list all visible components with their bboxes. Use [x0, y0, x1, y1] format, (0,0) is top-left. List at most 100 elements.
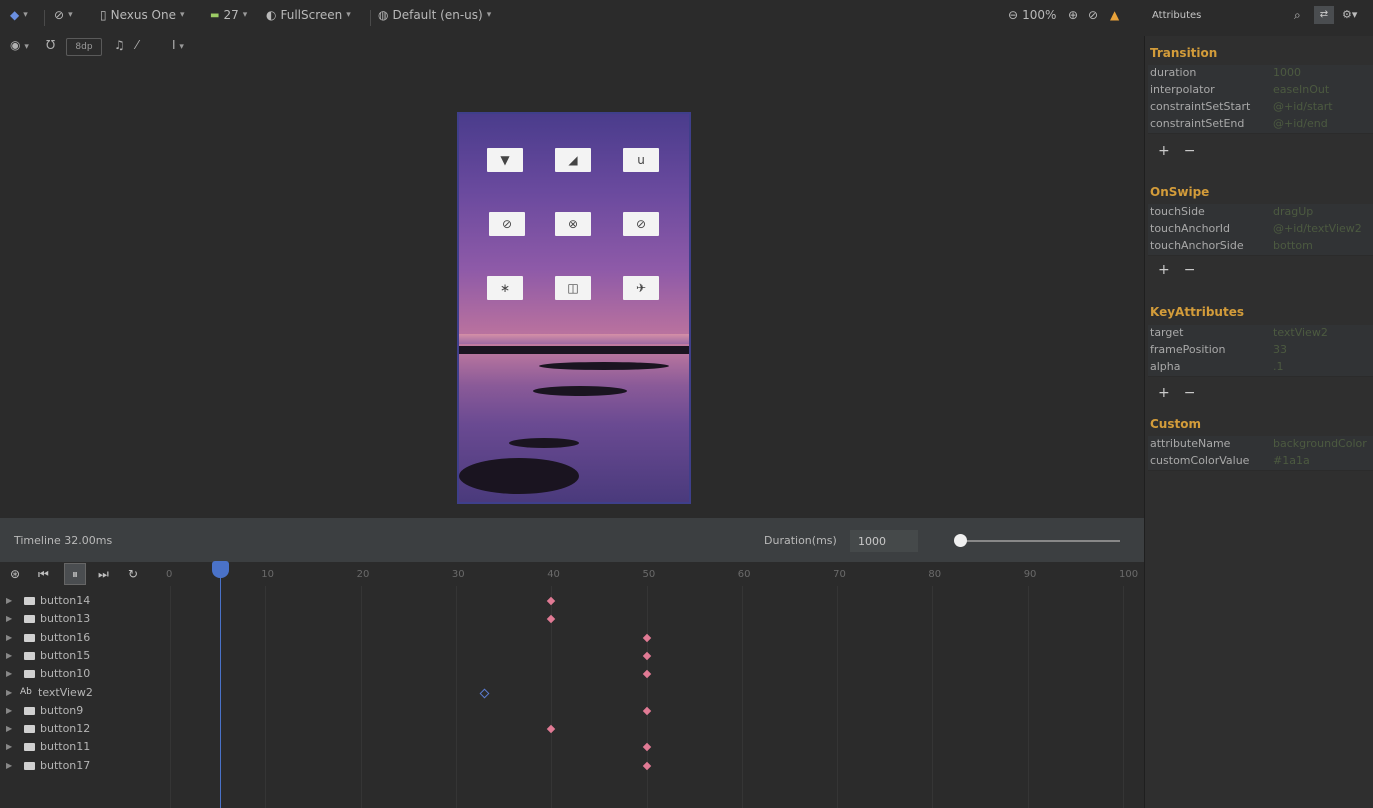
- attr-value[interactable]: .1: [1273, 360, 1284, 373]
- track-row[interactable]: ▶ button17: [0, 757, 1144, 775]
- playhead-handle[interactable]: [211, 561, 229, 578]
- attr-value[interactable]: backgroundColor: [1273, 437, 1367, 450]
- device-menu-button[interactable]: ▯ Nexus One ▾: [100, 8, 185, 22]
- attr-value[interactable]: @+id/end: [1273, 117, 1328, 130]
- attr-row[interactable]: touchAnchorId @+id/textView2: [1148, 221, 1373, 239]
- timeline-zoom-slider[interactable]: [960, 540, 1120, 542]
- expand-icon[interactable]: ▶: [6, 761, 12, 770]
- track-row[interactable]: ▶ button13: [0, 610, 1144, 628]
- zoom-in-icon: ⊕: [1068, 8, 1079, 22]
- attr-value[interactable]: @+id/start: [1273, 100, 1333, 113]
- chevron-down-icon: ▾: [242, 10, 248, 20]
- api-menu-button[interactable]: ▬ 27 ▾: [210, 8, 247, 22]
- section-title-onswipe: OnSwipe: [1150, 185, 1210, 199]
- add-remove-buttons[interactable]: +−: [1158, 385, 1209, 401]
- locale-label: Default (en-us): [392, 8, 483, 22]
- attr-row[interactable]: touchAnchorSide bottom: [1148, 238, 1373, 256]
- toolbar-divider: [44, 10, 45, 26]
- track-row[interactable]: ▶ button10: [0, 665, 1144, 683]
- replay-button[interactable]: ↻: [128, 567, 138, 581]
- locale-menu-button[interactable]: ◍ Default (en-us) ▾: [378, 8, 491, 22]
- battery-icon[interactable]: u: [623, 148, 659, 172]
- expand-icon[interactable]: ▶: [6, 688, 12, 697]
- attr-row[interactable]: alpha .1: [1148, 359, 1373, 377]
- orientation-menu-button[interactable]: ⊘ ▾: [54, 8, 73, 22]
- track-row[interactable]: ▶ button11: [0, 738, 1144, 756]
- gear-icon[interactable]: ⚙▾: [1342, 8, 1357, 21]
- add-remove-buttons[interactable]: +−: [1158, 143, 1209, 159]
- zoom-out-button[interactable]: ⊖ 100%: [1008, 8, 1056, 22]
- attr-row[interactable]: constraintSetEnd @+id/end: [1148, 116, 1373, 134]
- device-label: Nexus One: [110, 8, 176, 22]
- autoconnect-button[interactable]: Ʊ: [46, 38, 55, 52]
- phone-preview[interactable]: ▼ ◢ u ⊘ ⊗ ⊘ ∗ ◫ ✈: [457, 112, 691, 504]
- expand-icon[interactable]: ▶: [6, 651, 12, 660]
- attr-value[interactable]: bottom: [1273, 239, 1313, 252]
- attr-row[interactable]: attributeName backgroundColor: [1148, 436, 1373, 454]
- default-margin-input[interactable]: 8dp: [66, 38, 102, 56]
- pause-button[interactable]: ⏸: [64, 563, 86, 585]
- attr-row[interactable]: customColorValue #1a1a: [1148, 453, 1373, 471]
- loop-button[interactable]: ⊛: [10, 567, 20, 581]
- clear-constraints-icon: ♫: [114, 38, 125, 52]
- attr-row[interactable]: constraintSetStart @+id/start: [1148, 99, 1373, 117]
- attr-value[interactable]: 1000: [1273, 66, 1301, 79]
- attr-row[interactable]: target textView2: [1148, 325, 1373, 343]
- attr-value[interactable]: textView2: [1273, 326, 1328, 339]
- attr-key: alpha: [1150, 360, 1181, 373]
- duration-input[interactable]: [850, 530, 918, 552]
- expand-icon[interactable]: ▶: [6, 706, 12, 715]
- clear-constraints-button[interactable]: ♫: [114, 38, 125, 52]
- guidelines-button[interactable]: I ▾: [172, 38, 184, 52]
- attr-row[interactable]: duration 1000: [1148, 65, 1373, 83]
- attr-row[interactable]: framePosition 33: [1148, 342, 1373, 360]
- layers-menu-button[interactable]: ◆ ▾: [10, 8, 28, 22]
- zoom-fit-button[interactable]: ⊘: [1088, 8, 1098, 22]
- skip-start-button[interactable]: ⏮: [38, 567, 49, 582]
- slider-knob[interactable]: [954, 534, 967, 547]
- track-row[interactable]: ▶ button12: [0, 720, 1144, 738]
- skip-end-button[interactable]: ⏭: [98, 567, 109, 582]
- theme-icon: ◐: [266, 8, 277, 22]
- expand-icon[interactable]: ▶: [6, 669, 12, 678]
- attr-value[interactable]: @+id/textView2: [1273, 222, 1362, 235]
- attr-value[interactable]: easeInOut: [1273, 83, 1329, 96]
- warning-button[interactable]: ▲: [1110, 8, 1119, 22]
- add-remove-buttons[interactable]: +−: [1158, 262, 1209, 278]
- track-row[interactable]: ▶ button14: [0, 592, 1144, 610]
- swap-view-button[interactable]: ⇄: [1314, 6, 1334, 24]
- expand-icon[interactable]: ▶: [6, 742, 12, 751]
- expand-icon[interactable]: ▶: [6, 614, 12, 623]
- attr-value[interactable]: dragUp: [1273, 205, 1313, 218]
- attr-value[interactable]: 33: [1273, 343, 1287, 356]
- attr-value[interactable]: #1a1a: [1273, 454, 1310, 467]
- wifi-icon[interactable]: ▼: [487, 148, 523, 172]
- zoom-in-button[interactable]: ⊕: [1068, 8, 1078, 22]
- location-off-icon[interactable]: ⊗: [555, 212, 591, 236]
- bluetooth-icon[interactable]: ∗: [487, 276, 523, 300]
- theme-menu-button[interactable]: ◐ FullScreen ▾: [266, 8, 351, 22]
- attr-row[interactable]: touchSide dragUp: [1148, 204, 1373, 222]
- attr-row[interactable]: interpolator easeInOut: [1148, 82, 1373, 100]
- playhead-line[interactable]: [219, 572, 221, 808]
- expand-icon[interactable]: ▶: [6, 633, 12, 642]
- track-name: textView2: [38, 685, 93, 699]
- signal-icon[interactable]: ◢: [555, 148, 591, 172]
- chevron-down-icon: ▾: [68, 10, 73, 20]
- track-row[interactable]: ▶ button9: [0, 702, 1144, 720]
- dnd-icon[interactable]: ⊘: [489, 212, 525, 236]
- timeline-tick: 20: [356, 569, 370, 580]
- expand-icon[interactable]: ▶: [6, 724, 12, 733]
- chevron-down-icon: ▾: [179, 42, 184, 52]
- expand-icon[interactable]: ▶: [6, 596, 12, 605]
- cast-icon[interactable]: ◫: [555, 276, 591, 300]
- rotate-icon[interactable]: ⊘: [623, 212, 659, 236]
- track-row[interactable]: ▶ button15: [0, 647, 1144, 665]
- track-row[interactable]: ▶ Ab textView2: [0, 684, 1144, 702]
- infer-constraints-button[interactable]: ⁄: [136, 38, 138, 52]
- search-icon[interactable]: ⌕: [1294, 8, 1301, 23]
- attr-key: framePosition: [1150, 343, 1226, 356]
- airplane-icon[interactable]: ✈: [623, 276, 659, 300]
- track-row[interactable]: ▶ button16: [0, 629, 1144, 647]
- view-options-button[interactable]: ◉ ▾: [10, 38, 29, 52]
